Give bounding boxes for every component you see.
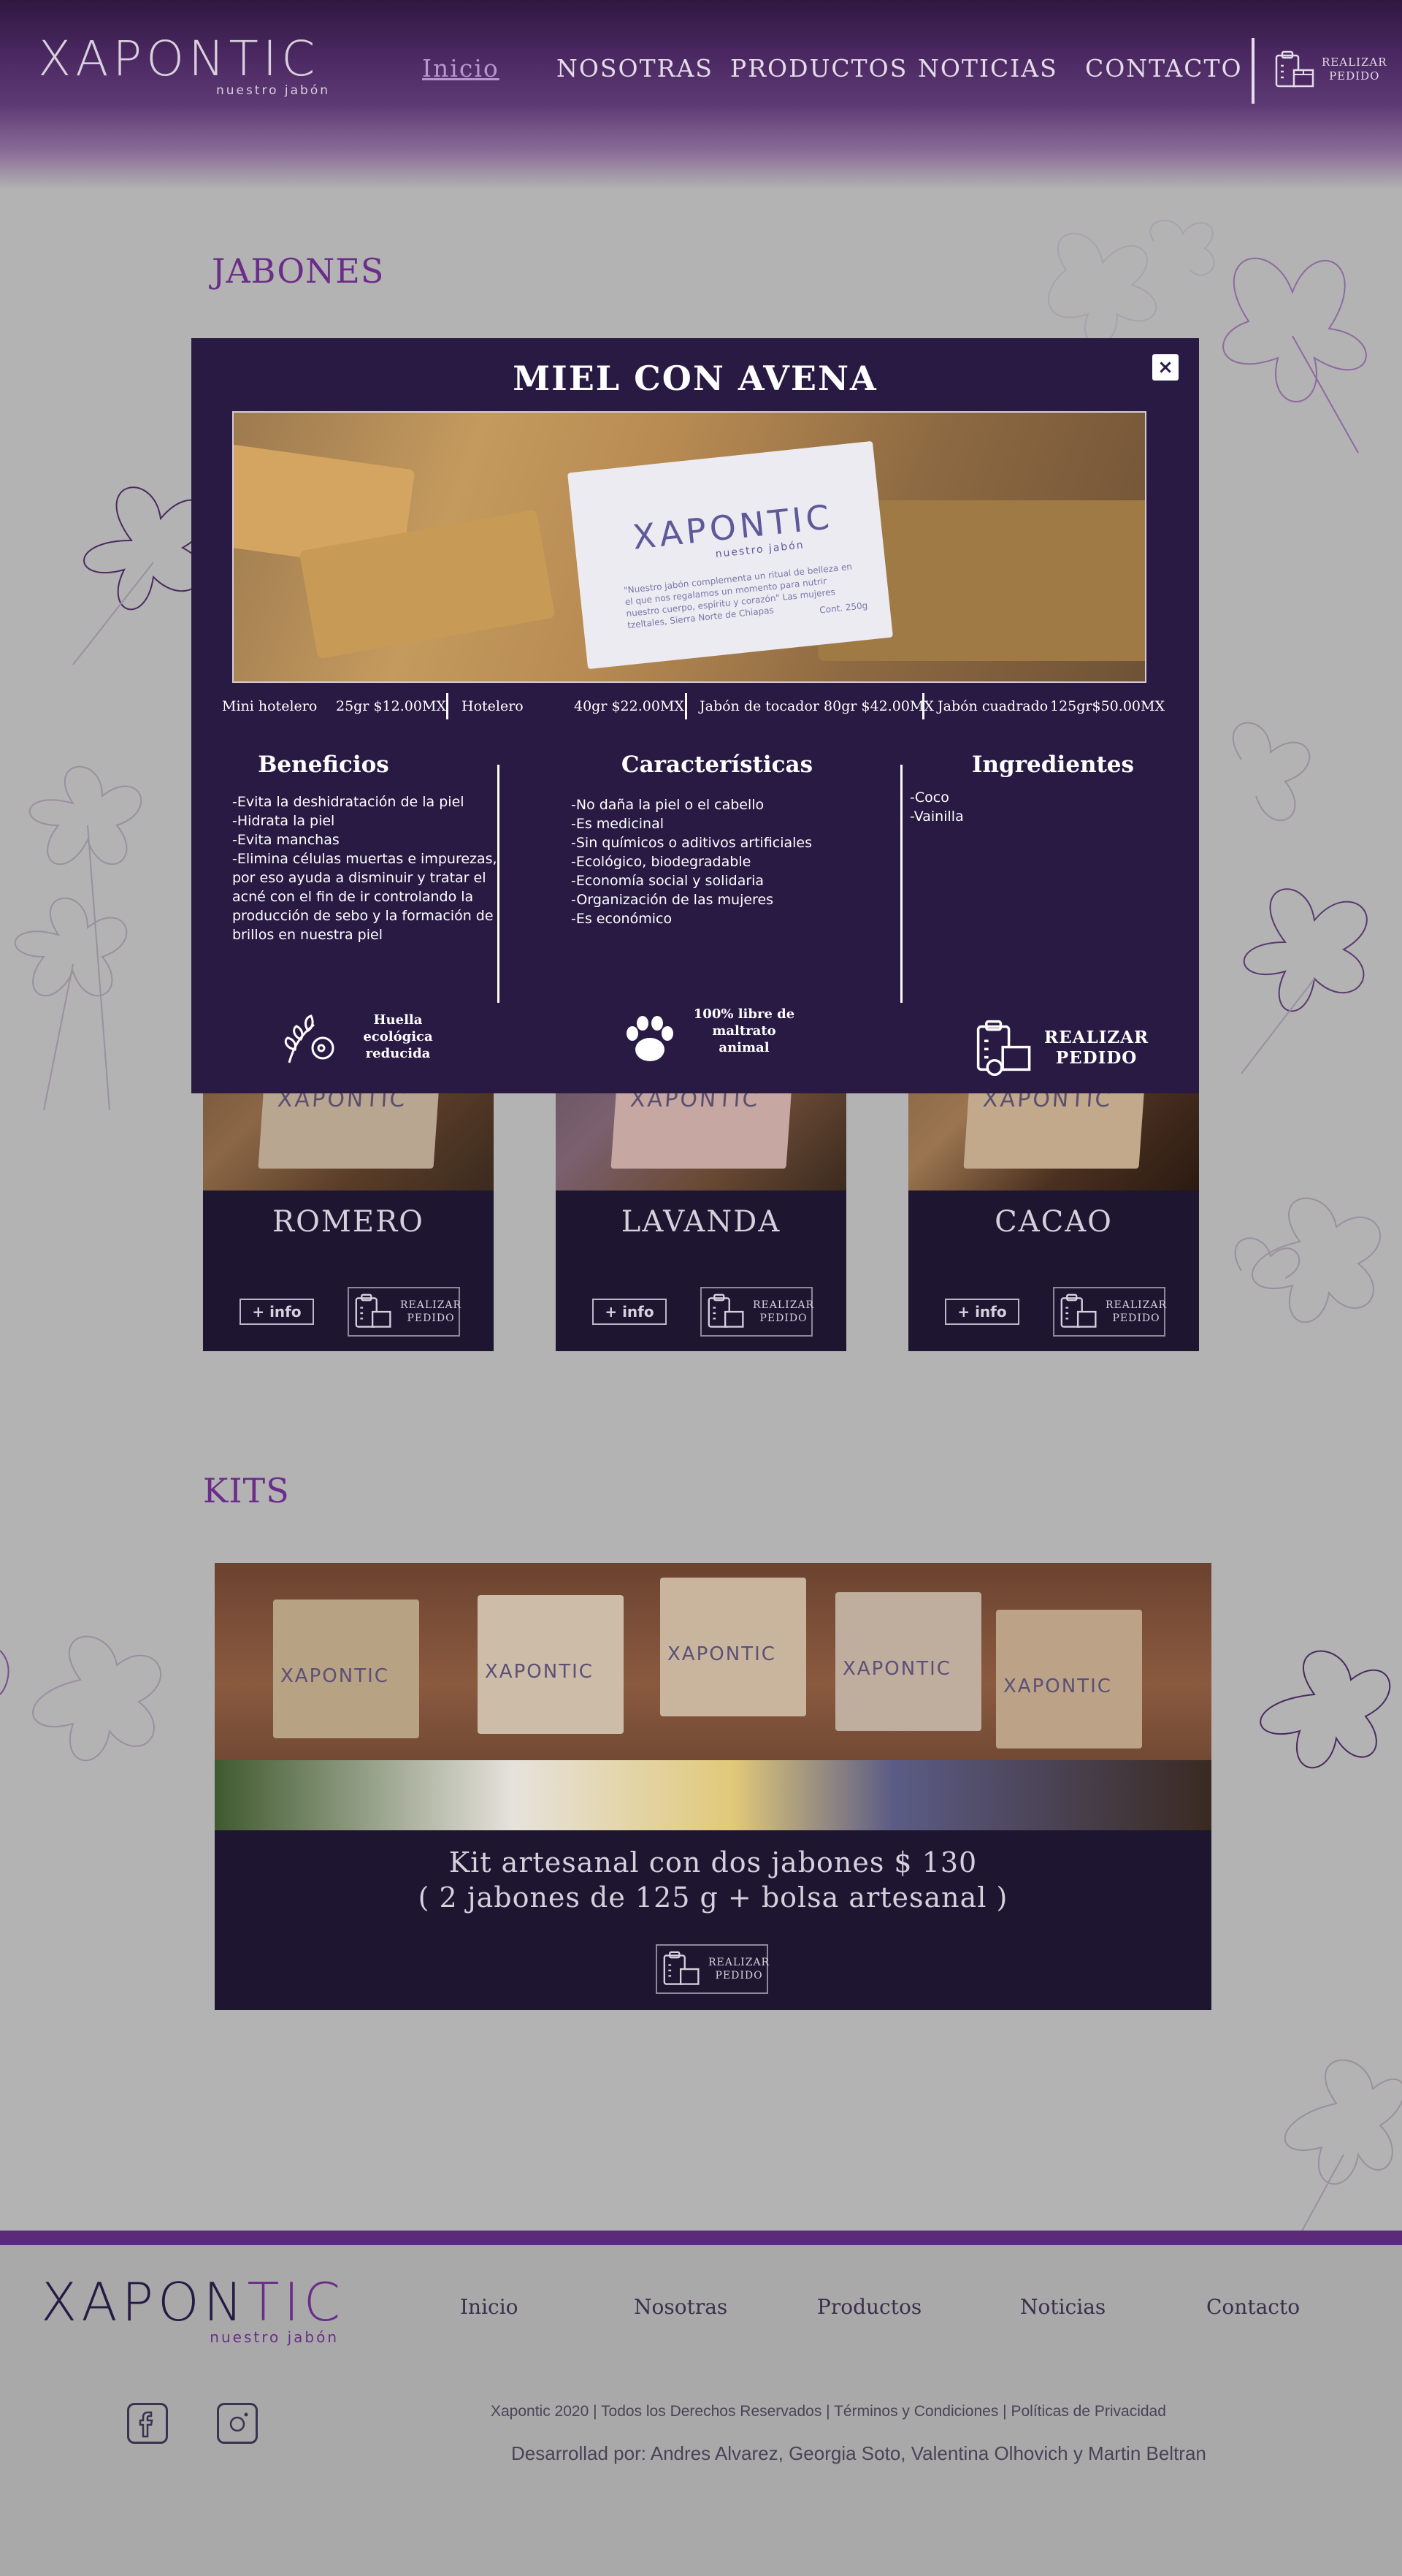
site-header: XAPONTIC nuestro jabón Inicio NOSOTRAS P… (0, 0, 1402, 190)
size-options: Mini hotelero 25gr $12.00MX Hotelero 40g… (191, 692, 1199, 721)
column-divider (497, 765, 499, 1003)
footer-logo[interactable]: XAPONTIC nuestro jabón (41, 2271, 348, 2346)
features-list: -No daña la piel o el cabello -Es medici… (571, 797, 813, 927)
footer-nav-productos[interactable]: Productos (817, 2295, 922, 2319)
modal-title: MIEL CON AVENA (513, 359, 878, 398)
copyright-text: Xapontic 2020 | Todos los Derechos Reser… (491, 2403, 1166, 2420)
features-heading: Características (621, 752, 813, 778)
more-info-button[interactable]: + info (592, 1299, 667, 1325)
logo-tagline: nuestro jabón (215, 83, 330, 98)
flower-illustration-icon (1284, 2059, 1402, 2235)
instagram-icon[interactable] (217, 2403, 258, 2444)
clipboard-box-icon (1275, 50, 1314, 88)
product-name: CACAO (995, 1205, 1113, 1239)
clipboard-box-icon (663, 1951, 700, 1985)
header-order-button[interactable]: REALIZAR PEDIDO (1273, 48, 1387, 95)
order-button[interactable]: REALIZAR PEDIDO (700, 1287, 813, 1337)
more-info-button[interactable]: + info (945, 1299, 1019, 1325)
size-name[interactable]: Jabón cuadrado (938, 692, 1048, 721)
ingredients-list: -Coco -Vainilla (910, 790, 964, 825)
size-price[interactable]: 125gr$50.00MX (1050, 692, 1165, 721)
product-name: ROMERO (272, 1205, 424, 1239)
nav-inicio[interactable]: Inicio (422, 54, 499, 83)
nav-productos[interactable]: PRODUCTOS (730, 54, 908, 83)
nav-contacto[interactable]: CONTACTO (1085, 54, 1243, 83)
developers-credit: Desarrollad por: Andres Alvarez, Georgia… (511, 2442, 1206, 2464)
clipboard-box-icon (708, 1293, 744, 1328)
size-divider (685, 693, 687, 719)
facebook-icon[interactable] (127, 2403, 168, 2444)
order-label: REALIZAR PEDIDO (400, 1299, 462, 1324)
size-price[interactable]: 40gr $22.00MX (574, 692, 684, 721)
modal-order-label: REALIZAR PEDIDO (1044, 1028, 1149, 1068)
clipboard-box-icon (1060, 1293, 1097, 1328)
kit-description: ( 2 jabones de 125 g + bolsa artesanal ) (418, 1881, 1008, 1914)
kit-order-button[interactable]: REALIZAR PEDIDO (656, 1944, 770, 1994)
footer-nav-nosotras[interactable]: Nosotras (634, 2295, 727, 2319)
kit-photo: XAPONTIC XAPONTIC XAPONTIC XAPONTIC XAPO… (215, 1563, 1211, 1830)
order-button[interactable]: REALIZAR PEDIDO (1053, 1287, 1168, 1337)
product-detail-modal: MIEL CON AVENA × XAPONTIC nuestro jabón … (191, 338, 1199, 1093)
flower-illustration-icon (1234, 1197, 1381, 1323)
header-order-label: REALIZAR PEDIDO (1322, 56, 1387, 83)
kit-card: XAPONTIC XAPONTIC XAPONTIC XAPONTIC XAPO… (215, 1563, 1211, 2010)
paw-icon (627, 1016, 673, 1061)
leaf-footprint-icon (284, 1014, 334, 1063)
modal-order-button[interactable]: REALIZAR PEDIDO (974, 1017, 1164, 1079)
size-divider (922, 693, 924, 719)
nav-noticias[interactable]: NOTICIAS (918, 54, 1058, 83)
eco-footprint-label: Huella ecológica reducida (363, 1012, 433, 1061)
order-label: REALIZAR PEDIDO (753, 1299, 815, 1324)
size-divider (446, 693, 448, 719)
clipboard-box-icon (355, 1293, 391, 1328)
more-info-button[interactable]: + info (240, 1299, 314, 1325)
logo-word: XAPONTIC (38, 31, 320, 87)
flower-illustration-icon (14, 765, 142, 1111)
close-icon[interactable]: × (1152, 354, 1179, 381)
footer-logo-tagline: nuestro jabón (210, 2328, 339, 2346)
section-title-soaps: JABONES (212, 251, 385, 291)
flower-illustration-icon (1232, 722, 1368, 1074)
size-price[interactable]: 25gr $12.00MX (336, 692, 446, 721)
modal-product-photo: XAPONTIC nuestro jabón "Nuestro jabón co… (232, 411, 1146, 683)
cruelty-free-label: 100% libre de maltrato animal (693, 1006, 795, 1055)
footer-nav-noticias[interactable]: Noticias (1020, 2295, 1106, 2319)
order-button[interactable]: REALIZAR PEDIDO (348, 1287, 462, 1337)
nav-nosotras[interactable]: NOSOTRAS (556, 54, 713, 83)
site-logo[interactable]: XAPONTIC nuestro jabón (38, 31, 330, 99)
kit-title: Kit artesanal con dos jabones $ 130 (448, 1846, 978, 1879)
site-footer: XAPONTIC nuestro jabón Inicio Nosotras P… (0, 2245, 1402, 2576)
clipboard-box-icon (976, 1020, 1031, 1077)
footer-nav-inicio[interactable]: Inicio (460, 2295, 518, 2319)
size-name[interactable]: Hotelero (461, 692, 524, 721)
flower-illustration-icon (0, 1635, 161, 1762)
nav-divider (1252, 38, 1254, 104)
size-name[interactable]: Jabón de tocador 80gr $42.00MX (700, 692, 934, 721)
kit-ingredients (215, 1760, 1211, 1830)
order-label: REALIZAR PEDIDO (1106, 1299, 1168, 1324)
order-label: REALIZAR PEDIDO (708, 1957, 770, 1981)
flower-illustration-icon (1260, 1650, 1391, 1769)
footer-nav-contacto[interactable]: Contacto (1206, 2295, 1300, 2319)
section-title-kits: KITS (203, 1471, 290, 1510)
ingredients-heading: Ingredientes (972, 752, 1134, 778)
product-name: LAVANDA (621, 1205, 781, 1239)
footer-stripe (0, 2231, 1402, 2245)
column-divider (900, 765, 903, 1003)
benefits-list: -Evita la deshidratación de la piel -Hid… (232, 794, 497, 943)
benefits-heading: Beneficios (258, 752, 389, 778)
size-name[interactable]: Mini hotelero (222, 692, 317, 721)
footer-logo-word: XAPONTIC (41, 2271, 345, 2333)
